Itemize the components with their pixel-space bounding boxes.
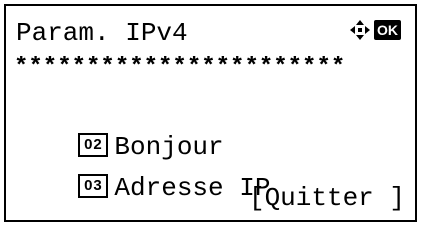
ok-key-icon: OK	[374, 20, 401, 40]
item-number-badge: 03	[78, 174, 109, 199]
page-title: Param. IPv4	[16, 18, 188, 48]
list-item-label: Adresse IP	[114, 173, 271, 204]
list-item-adresse-ip[interactable]: 03 Adresse IP	[16, 143, 270, 233]
password-mask: ***********************	[14, 56, 346, 80]
lcd-panel: Param. IPv4 OK *********************** 0…	[4, 4, 417, 222]
nav-indicator: OK	[349, 19, 401, 41]
exit-button[interactable]: [Quitter ]	[249, 183, 405, 213]
four-way-arrow-icon	[350, 20, 370, 40]
